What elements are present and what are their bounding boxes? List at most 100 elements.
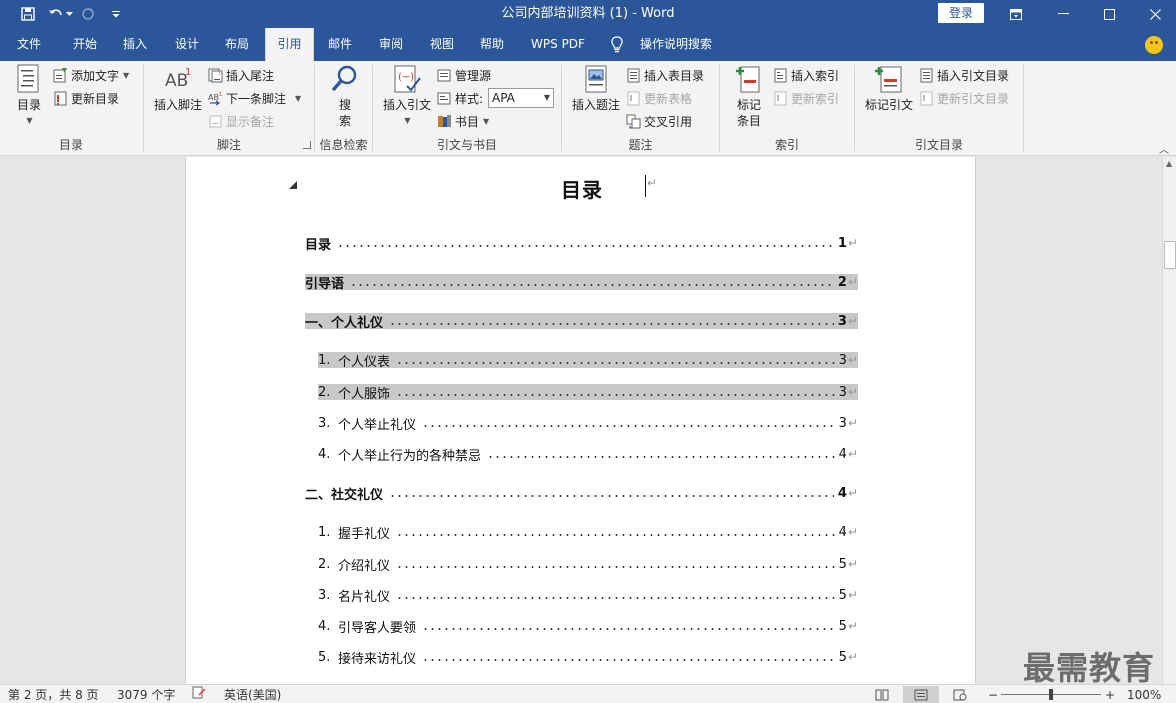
- insert-index-button[interactable]: 插入索引: [773, 65, 839, 85]
- toc-entry-number: 1.: [318, 352, 331, 368]
- tab-mailings[interactable]: 邮件: [315, 28, 365, 61]
- print-layout-icon[interactable]: [903, 686, 939, 703]
- svg-text:1: 1: [219, 92, 222, 98]
- cross-reference-icon: [626, 114, 641, 129]
- tab-help[interactable]: 帮助: [467, 28, 517, 61]
- update-toa-button[interactable]: 更新引文目录: [919, 88, 1009, 108]
- tab-home[interactable]: 开始: [60, 28, 110, 61]
- toc-entry-page: 2: [837, 274, 847, 290]
- minimize-icon[interactable]: [1040, 0, 1086, 28]
- paragraph-mark-icon: ↵: [847, 416, 858, 430]
- zoom-level[interactable]: 100%: [1127, 686, 1161, 703]
- collapse-heading-icon[interactable]: [289, 181, 297, 189]
- cross-reference-label: 交叉引用: [644, 114, 693, 129]
- toc-entry[interactable]: 1. 握手礼仪 4 ↵: [318, 524, 858, 542]
- update-table-icon: [626, 91, 641, 106]
- update-toc-icon: [53, 91, 68, 106]
- zoom-out-button[interactable]: −: [988, 686, 998, 703]
- insert-footnote-button[interactable]: AB 1 插入脚注: [151, 64, 205, 113]
- word-count[interactable]: 3079 个字: [117, 686, 175, 703]
- maximize-icon[interactable]: [1086, 0, 1132, 28]
- update-toc-label: 更新目录: [71, 91, 120, 106]
- close-icon[interactable]: [1132, 0, 1176, 28]
- zoom-in-button[interactable]: +: [1105, 686, 1115, 703]
- web-layout-icon[interactable]: [942, 686, 978, 703]
- save-icon[interactable]: [14, 0, 42, 28]
- tab-design[interactable]: 设计: [162, 28, 212, 61]
- bibliography-button[interactable]: 书目 ▼: [437, 111, 489, 131]
- login-button[interactable]: 登录: [938, 3, 984, 23]
- proofing-icon[interactable]: [192, 686, 206, 703]
- chevron-down-icon: ▼: [26, 116, 33, 125]
- toc-entry[interactable]: 一、个人礼仪 3 ↵: [305, 313, 858, 331]
- footnote-dialog-launcher-icon[interactable]: [303, 141, 311, 149]
- svg-text:i: i: [219, 71, 220, 77]
- toc-entry[interactable]: 1. 个人仪表 3 ↵: [318, 352, 858, 370]
- update-table-label: 更新表格: [644, 91, 693, 106]
- toc-button[interactable]: 目录 ▼: [12, 64, 46, 129]
- tab-layout[interactable]: 布局: [212, 28, 262, 61]
- feedback-smiley-icon[interactable]: [1145, 36, 1163, 54]
- search-button[interactable]: 搜 索: [326, 64, 364, 129]
- insert-table-of-figures-button[interactable]: 插入表目录: [626, 65, 704, 85]
- manage-sources-label: 管理源: [455, 68, 492, 83]
- toc-entry-text: 接待来访礼仪: [338, 651, 417, 667]
- insert-citation-button[interactable]: (~) 插入引文 ▼: [381, 64, 433, 129]
- tab-references[interactable]: 引用: [265, 28, 314, 62]
- table-of-contents-icon: [17, 64, 39, 93]
- scroll-up-icon[interactable]: ▲: [1166, 159, 1172, 168]
- cross-reference-button[interactable]: 交叉引用: [626, 111, 692, 131]
- svg-text:AB: AB: [208, 93, 219, 102]
- toc-entry[interactable]: 4. 个人举止行为的各种禁忌 4 ↵: [318, 446, 858, 464]
- vertical-scrollbar[interactable]: ▲: [1162, 157, 1176, 684]
- toc-entry[interactable]: 2. 介绍礼仪 5 ↵: [318, 556, 858, 574]
- tell-me-search[interactable]: 操作说明搜索: [636, 28, 716, 61]
- ribbon-display-options-icon[interactable]: [993, 0, 1039, 28]
- update-toc-button[interactable]: 更新目录: [53, 88, 119, 108]
- add-text-button[interactable]: 添加文字 ▼: [53, 65, 129, 85]
- toc-entry[interactable]: 二、社交礼仪 4 ↵: [305, 485, 858, 503]
- style-label-group: 样式:: [437, 88, 483, 108]
- undo-dropdown-icon[interactable]: [64, 0, 74, 28]
- toc-entry-page: 4: [838, 446, 847, 462]
- next-footnote-button[interactable]: AB 1 下一条脚注 ▼: [208, 88, 301, 108]
- insert-caption-button[interactable]: 插入题注: [570, 64, 622, 113]
- insert-toa-button[interactable]: 插入引文目录: [919, 65, 1009, 85]
- toc-entry-text: 个人服饰: [338, 386, 391, 402]
- toc-entry[interactable]: 2. 个人服饰 3 ↵: [318, 384, 858, 402]
- toc-entry[interactable]: 3. 个人举止礼仪 3 ↵: [318, 415, 858, 433]
- collapse-ribbon-icon[interactable]: ︿: [1159, 141, 1169, 156]
- tab-view[interactable]: 视图: [417, 28, 467, 61]
- toc-entry[interactable]: 3. 名片礼仪 5 ↵: [318, 587, 858, 605]
- toc-dot-leader: [422, 425, 835, 427]
- zoom-slider-thumb[interactable]: [1049, 689, 1053, 700]
- page-indicator[interactable]: 第 2 页，共 8 页: [8, 686, 99, 703]
- mark-entry-button[interactable]: 标记 条目: [730, 64, 768, 129]
- language-indicator[interactable]: 英语(美国): [224, 686, 281, 703]
- update-table-button[interactable]: 更新表格: [626, 88, 692, 108]
- show-notes-button[interactable]: 显示备注: [208, 111, 274, 131]
- tab-file[interactable]: 文件: [4, 28, 54, 61]
- insert-caption-icon: [585, 65, 607, 93]
- tab-wps-pdf[interactable]: WPS PDF: [522, 28, 594, 61]
- scrollbar-thumb[interactable]: [1164, 241, 1176, 269]
- update-index-button[interactable]: 更新索引: [773, 88, 839, 108]
- toc-entry[interactable]: 目录 1 ↵: [305, 235, 858, 253]
- tab-insert[interactable]: 插入: [110, 28, 160, 61]
- customize-qat-icon[interactable]: [102, 0, 130, 28]
- manage-sources-button[interactable]: 管理源: [437, 65, 491, 85]
- insert-index-icon: [773, 68, 788, 83]
- toc-entry[interactable]: 5. 接待来访礼仪 5 ↵: [318, 649, 858, 667]
- toc-entry[interactable]: 引导语 2 ↵: [305, 274, 858, 292]
- bibliography-label: 书目: [455, 114, 480, 129]
- insert-toa-icon: [919, 68, 934, 83]
- read-mode-icon[interactable]: [864, 686, 900, 703]
- toc-entry[interactable]: 4. 引导客人要领 5 ↵: [318, 618, 858, 636]
- tab-review[interactable]: 审阅: [366, 28, 416, 61]
- mark-citation-button[interactable]: 标记引文: [862, 64, 916, 113]
- insert-endnote-button[interactable]: i 插入尾注: [208, 65, 274, 85]
- citation-style-select[interactable]: APA ▼: [488, 88, 554, 108]
- toc-dot-leader: [389, 323, 834, 325]
- redo-icon[interactable]: [74, 0, 102, 28]
- toc-entry-page: 4: [837, 485, 847, 501]
